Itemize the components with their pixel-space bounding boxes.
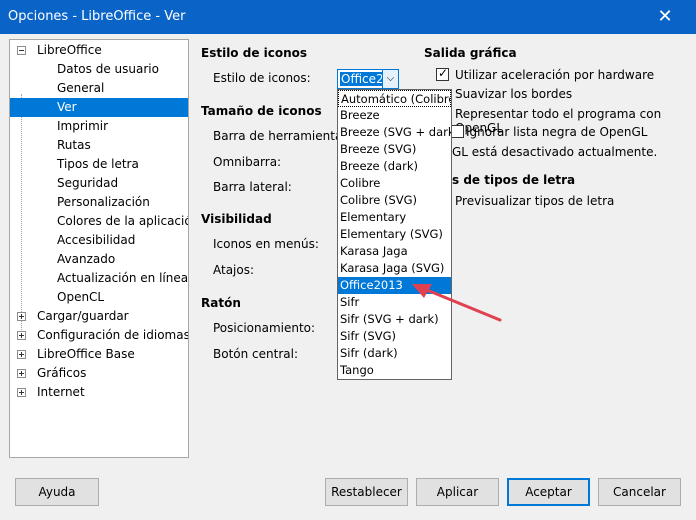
chevron-down-icon[interactable]: ⌵ xyxy=(382,69,399,89)
icon-style-label: Estilo de iconos: xyxy=(213,71,311,85)
tree-item[interactable]: Colores de la aplicación xyxy=(10,212,188,231)
omnibar-label: Omnibarra: xyxy=(213,155,282,169)
tree-item[interactable]: Rutas xyxy=(10,136,188,155)
dropdown-option[interactable]: Breeze (dark) xyxy=(338,158,451,175)
cancel-button[interactable]: Cancelar xyxy=(598,478,681,506)
tree-item[interactable]: Imprimir xyxy=(10,117,188,136)
font-lists-heading: s de tipos de letra xyxy=(452,173,576,187)
tree-item-label: OpenCL xyxy=(57,290,105,304)
graphics-output-heading: Salida gráfica xyxy=(424,46,517,60)
dropdown-option[interactable]: Karasa Jaga xyxy=(338,243,451,260)
icon-style-dropdown-list[interactable]: Automático (Colibre) Breeze Breeze (SVG + … xyxy=(337,89,452,380)
dropdown-option[interactable]: Tango xyxy=(338,362,451,379)
dropdown-option[interactable]: Colibre (SVG) xyxy=(338,192,451,209)
middle-button-label: Botón central: xyxy=(213,347,298,361)
apply-button[interactable]: Aplicar xyxy=(416,478,499,506)
tree-item-label: Ver xyxy=(57,100,77,114)
collapse-icon[interactable] xyxy=(17,46,26,55)
menu-icons-label: Iconos en menús: xyxy=(213,237,319,251)
visibility-heading: Visibilidad xyxy=(201,212,272,226)
tree-item[interactable]: Internet xyxy=(10,383,188,402)
tree-item-label: Gráficos xyxy=(37,366,87,380)
tree-item-label: Internet xyxy=(37,385,85,399)
expand-icon[interactable] xyxy=(17,388,26,397)
help-button[interactable]: Ayuda xyxy=(15,478,99,506)
icon-style-combo-value: Office2013 xyxy=(340,72,382,86)
expand-icon[interactable] xyxy=(17,312,26,321)
tree-item-label: LibreOffice xyxy=(37,43,102,57)
dropdown-option[interactable]: Automático (Colibre) xyxy=(338,90,451,107)
tree-item-label: Datos de usuario xyxy=(57,62,159,76)
tree-item-label: Actualización en línea xyxy=(57,271,189,285)
window-title: Opciones - LibreOffice - Ver xyxy=(8,9,186,24)
expand-icon[interactable] xyxy=(17,350,26,359)
tree-item[interactable]: Configuración de idiomas xyxy=(10,326,188,345)
dropdown-option[interactable]: Colibre xyxy=(338,175,451,192)
expand-icon[interactable] xyxy=(17,331,26,340)
tree-item-label: Seguridad xyxy=(57,176,119,190)
mouse-heading: Ratón xyxy=(201,296,241,310)
dropdown-option[interactable]: Breeze (SVG) xyxy=(338,141,451,158)
annotation-arrow-icon xyxy=(412,284,502,322)
tree-item[interactable]: Gráficos xyxy=(10,364,188,383)
icon-style-combo[interactable]: Office2013 ⌵ xyxy=(337,69,399,89)
tree-item[interactable]: Avanzado xyxy=(10,250,188,269)
tree-item[interactable]: OpenCL xyxy=(10,288,188,307)
tree-item-label: Avanzado xyxy=(57,252,116,266)
positioning-label: Posicionamiento: xyxy=(213,321,316,335)
hw-accel-checkbox[interactable] xyxy=(436,66,449,81)
opengl-status-text: GL está desactivado actualmente. xyxy=(452,145,658,159)
tree-item[interactable]: LibreOffice Base xyxy=(10,345,188,364)
tree-item[interactable]: General xyxy=(10,79,188,98)
ignore-blacklist-checkbox[interactable] xyxy=(451,125,464,138)
dropdown-option[interactable]: Breeze (SVG + dark) xyxy=(338,124,451,141)
tree-item-label: Personalización xyxy=(57,195,150,209)
dropdown-option[interactable]: Elementary (SVG) xyxy=(338,226,451,243)
dropdown-option[interactable]: Karasa Jaga (SVG) xyxy=(338,260,451,277)
shortcuts-label: Atajos: xyxy=(213,263,255,277)
tree-item-label: Accesibilidad xyxy=(57,233,136,247)
tree-item-label: Rutas xyxy=(57,138,91,152)
hw-accel-label: Utilizar aceleración por hardware xyxy=(455,68,655,82)
tree-item[interactable]: Datos de usuario xyxy=(10,60,188,79)
dropdown-option[interactable]: Elementary xyxy=(338,209,451,226)
tree-item[interactable]: LibreOffice xyxy=(10,41,188,60)
ignore-blacklist-label: Ignorar lista negra de OpenGL xyxy=(466,125,648,139)
dropdown-option[interactable]: Breeze xyxy=(338,107,451,124)
tree-item[interactable]: Personalización xyxy=(10,193,188,212)
tree-item[interactable]: Accesibilidad xyxy=(10,231,188,250)
tree-item[interactable]: Ver xyxy=(10,98,188,117)
dropdown-option[interactable]: Sifr (SVG) xyxy=(338,328,451,345)
tree-item-label: Imprimir xyxy=(57,119,109,133)
antialias-label: Suavizar los bordes xyxy=(455,87,573,101)
ok-button[interactable]: Aceptar xyxy=(507,478,590,506)
dropdown-option[interactable]: Sifr (dark) xyxy=(338,345,451,362)
tree-item-label: Cargar/guardar xyxy=(37,309,129,323)
icon-size-heading: Tamaño de iconos xyxy=(201,104,322,118)
toolbar-size-label: Barra de herramientas: xyxy=(213,129,353,143)
close-icon[interactable]: ✕ xyxy=(640,2,690,32)
tree-item-label: Tipos de letra xyxy=(57,157,139,171)
tree-item-label: General xyxy=(57,81,105,95)
icon-style-heading: Estilo de iconos xyxy=(201,46,308,60)
tree-item-label: LibreOffice Base xyxy=(37,347,135,361)
tree-item-label: Colores de la aplicación xyxy=(57,214,189,228)
reset-button[interactable]: Restablecer xyxy=(325,478,408,506)
tree-item[interactable]: Cargar/guardar xyxy=(10,307,188,326)
title-bar: Opciones - LibreOffice - Ver ✕ xyxy=(0,0,696,34)
options-tree[interactable]: LibreOffice Datos de usuario General Ver Imp… xyxy=(9,39,189,458)
tree-item[interactable]: Actualización en línea xyxy=(10,269,188,288)
sidebar-size-label: Barra lateral: xyxy=(213,180,292,194)
preview-fonts-label: Previsualizar tipos de letra xyxy=(455,194,615,208)
tree-item[interactable]: Tipos de letra xyxy=(10,155,188,174)
tree-item[interactable]: Seguridad xyxy=(10,174,188,193)
expand-icon[interactable] xyxy=(17,369,26,378)
tree-item-label: Configuración de idiomas xyxy=(37,328,189,342)
